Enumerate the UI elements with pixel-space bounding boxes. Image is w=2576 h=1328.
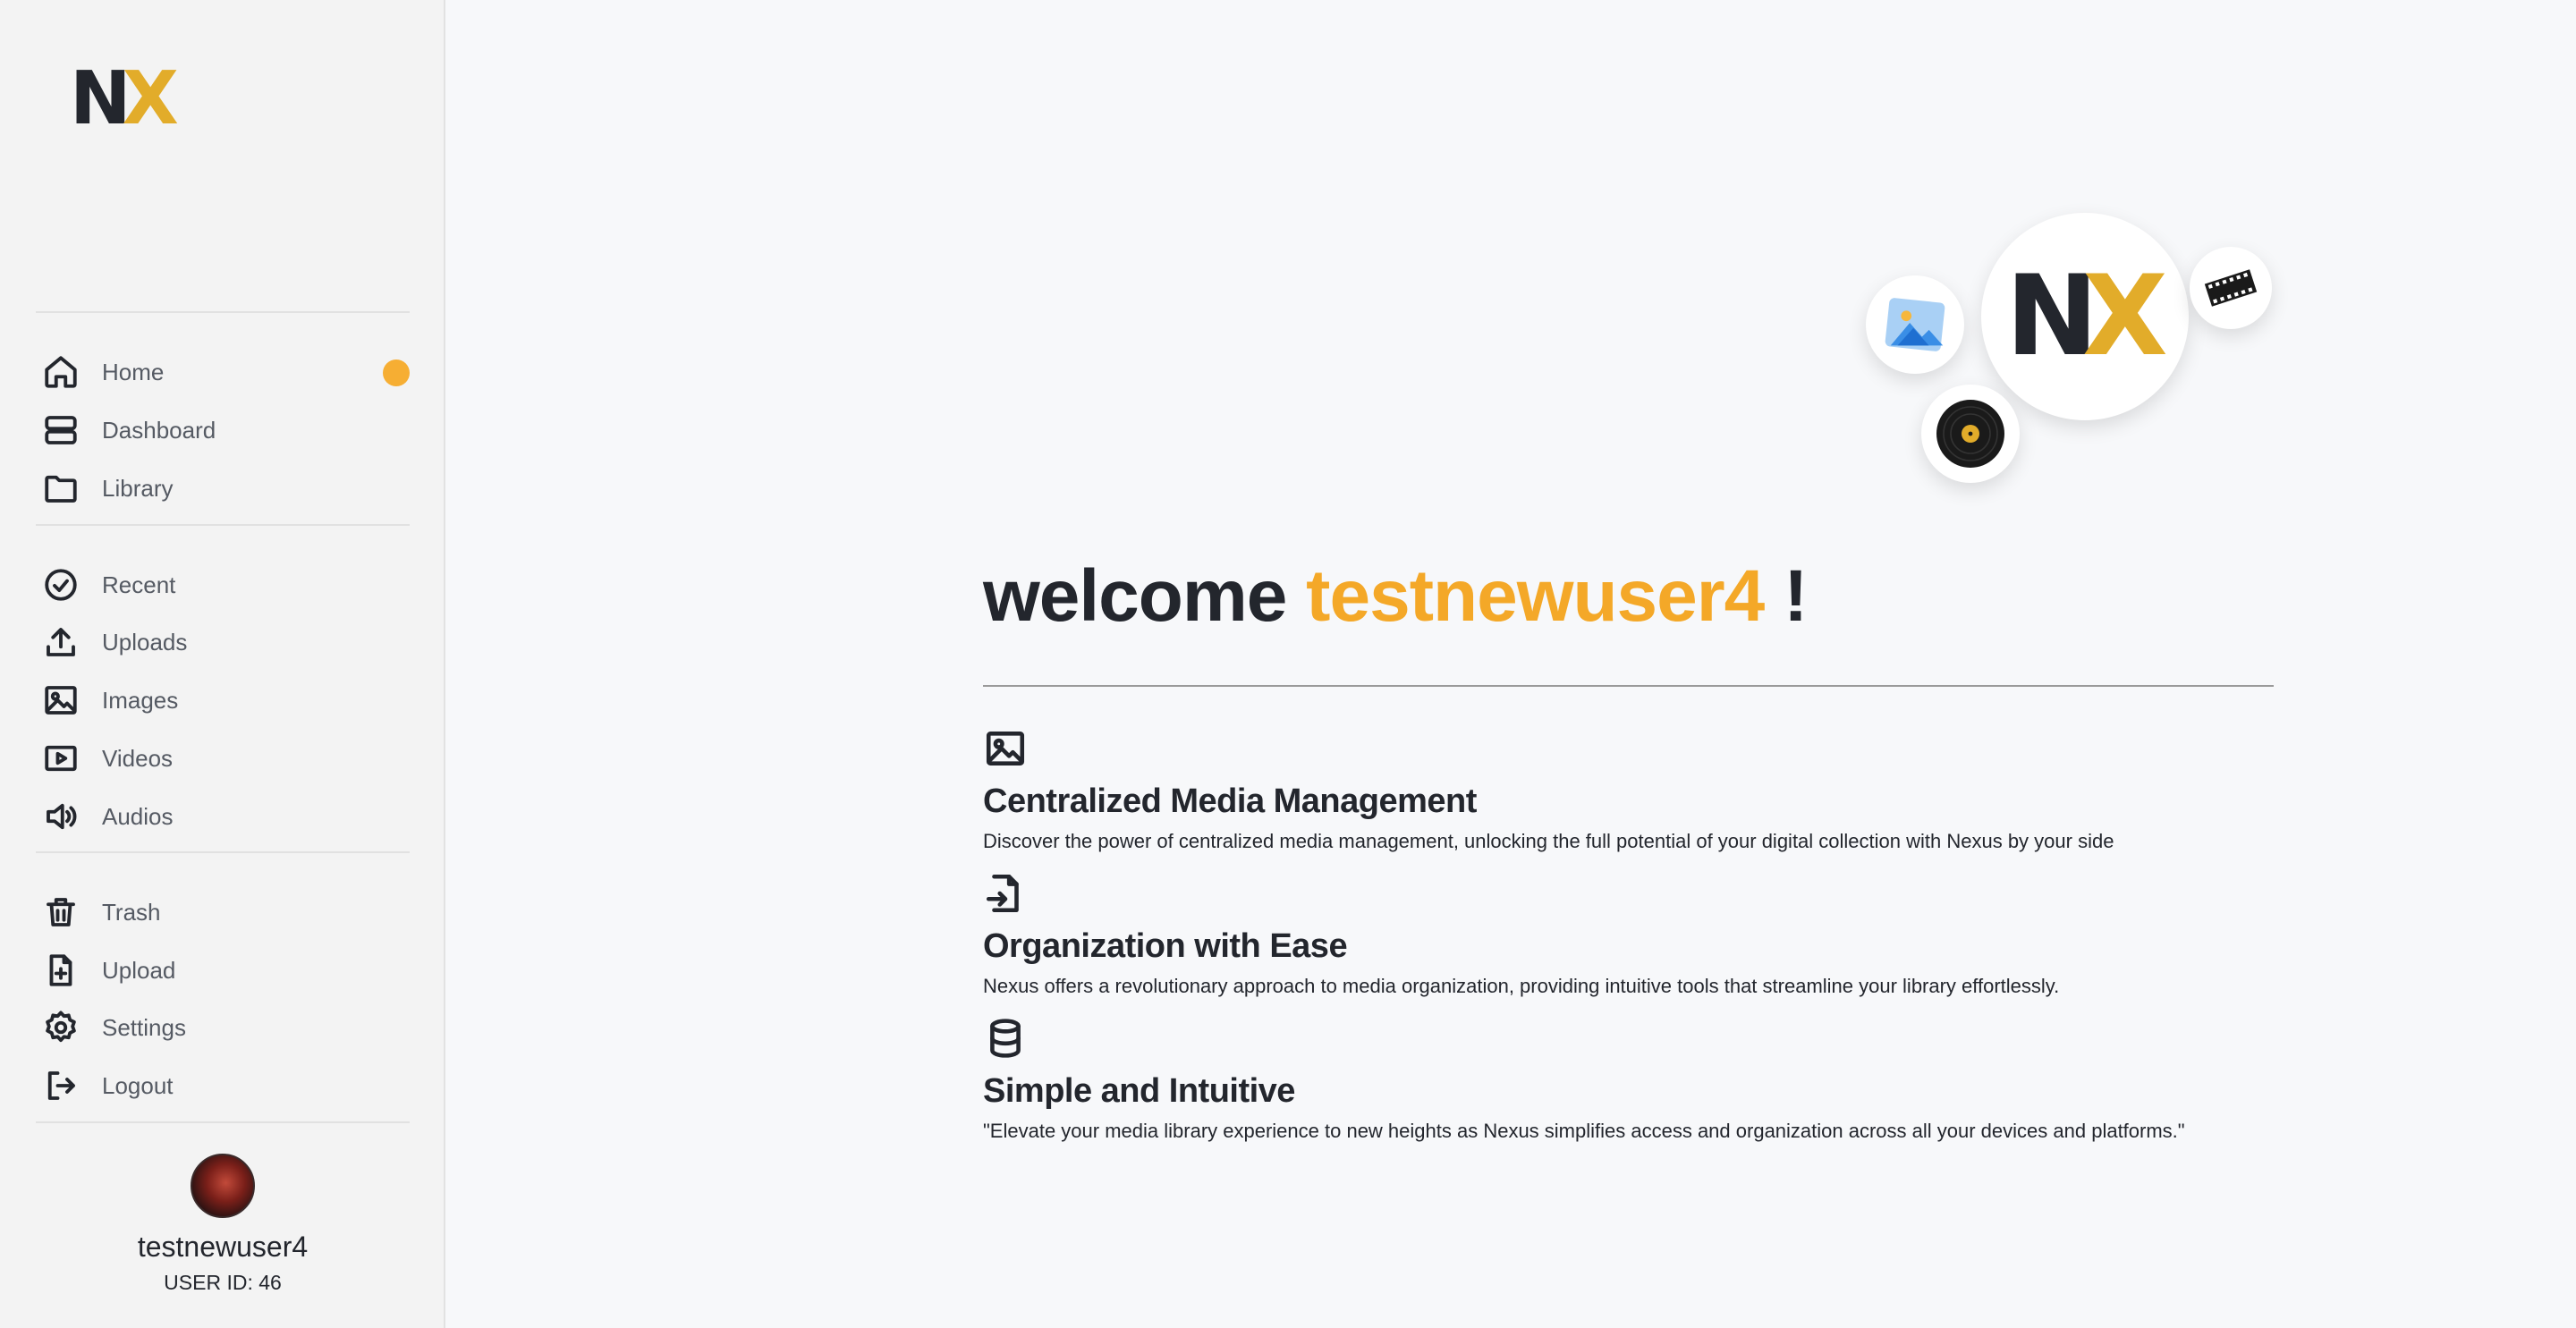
file-import-icon [983, 871, 2325, 920]
welcome-heading: welcome testnewuser4 ! [983, 554, 1808, 639]
user-id: USER ID: 46 [164, 1271, 282, 1294]
username: testnewuser4 [137, 1231, 309, 1263]
folder-icon [38, 465, 84, 512]
avatar[interactable] [191, 1154, 255, 1218]
feature-description: Discover the power of centralized media … [983, 830, 2114, 852]
logout-icon [38, 1062, 84, 1109]
hero-logo-x: X [2082, 252, 2168, 381]
film-bubble [2190, 247, 2272, 329]
sidebar-item-label: Settings [102, 1013, 186, 1041]
sidebar-item-library[interactable]: Library [36, 463, 410, 513]
upload-icon [38, 619, 84, 665]
sidebar-item-label: Logout [102, 1071, 174, 1099]
logo-letter-x: X [122, 56, 179, 141]
image-icon [983, 726, 2325, 775]
hero-logo: NX [2005, 261, 2167, 372]
video-icon [38, 735, 84, 782]
hero-illustration: NX [1860, 206, 2281, 492]
sidebar-item-label: Home [102, 358, 165, 385]
sidebar-item-label: Recent [102, 571, 176, 598]
logo-letter-n: N [70, 56, 131, 141]
sidebar-item-label: Dashboard [102, 416, 216, 444]
sidebar-item-dashboard[interactable]: Dashboard [36, 405, 410, 455]
image-icon [38, 677, 84, 723]
sidebar-divider [36, 524, 410, 526]
feature-organization: Organization with Ease Nexus offers a re… [983, 871, 2325, 998]
sidebar-item-trash[interactable]: Trash [36, 887, 410, 937]
check-circle-icon [38, 562, 84, 608]
sidebar-item-logout[interactable]: Logout [36, 1061, 410, 1111]
feature-description: "Elevate your media library experience t… [983, 1120, 2185, 1142]
welcome-prefix: welcome [983, 555, 1307, 637]
welcome-suffix: ! [1764, 555, 1808, 637]
notification-dot [383, 359, 410, 386]
user-profile: testnewuser4 USER ID: 46 [0, 1154, 445, 1295]
feature-description: Nexus offers a revolutionary approach to… [983, 975, 2060, 997]
hero-logo-n: N [2005, 252, 2098, 381]
sidebar-item-label: Audios [102, 802, 174, 830]
sidebar-item-label: Images [102, 686, 179, 714]
nexus-logo[interactable]: NX [70, 63, 179, 136]
image-bubble [1866, 275, 1964, 374]
speaker-icon [38, 793, 84, 840]
trash-icon [38, 889, 84, 935]
sidebar-item-label: Trash [102, 898, 161, 926]
sidebar-divider [36, 851, 410, 853]
sidebar-item-label: Videos [102, 744, 174, 772]
dashboard-icon [38, 407, 84, 453]
heading-divider [983, 685, 2274, 687]
vinyl-record-icon [1936, 400, 2004, 468]
film-strip-icon [2204, 269, 2258, 307]
feature-centralized-media: Centralized Media Management Discover th… [983, 726, 2325, 853]
sidebar-item-upload[interactable]: Upload [36, 945, 410, 995]
feature-title: Centralized Media Management [983, 782, 1477, 820]
sidebar-item-label: Library [102, 474, 174, 502]
feature-title: Simple and Intuitive [983, 1072, 1295, 1110]
feature-simple-intuitive: Simple and Intuitive "Elevate your media… [983, 1016, 2325, 1143]
welcome-username: testnewuser4 [1306, 555, 1765, 637]
picture-icon [1885, 298, 1945, 351]
sidebar-divider [36, 1121, 410, 1123]
vinyl-bubble [1921, 385, 2020, 483]
sidebar-item-settings[interactable]: Settings [36, 1002, 410, 1053]
database-icon [983, 1016, 2325, 1065]
sidebar-item-home[interactable]: Home [36, 347, 410, 397]
sidebar-item-label: Upload [102, 956, 176, 984]
sidebar-item-uploads[interactable]: Uploads [36, 617, 410, 667]
sidebar-item-recent[interactable]: Recent [36, 560, 410, 610]
sidebar-item-images[interactable]: Images [36, 675, 410, 725]
sidebar-item-label: Uploads [102, 628, 188, 656]
gear-icon [38, 1004, 84, 1051]
sidebar: NX Home Dashboard Library Recent Uploads [0, 0, 445, 1328]
sidebar-divider [36, 311, 410, 313]
nexus-logo-bubble: NX [1981, 213, 2189, 420]
home-icon [38, 349, 84, 395]
sidebar-item-videos[interactable]: Videos [36, 733, 410, 783]
sidebar-item-audios[interactable]: Audios [36, 791, 410, 842]
feature-title: Organization with Ease [983, 927, 1348, 965]
file-plus-icon [38, 947, 84, 994]
